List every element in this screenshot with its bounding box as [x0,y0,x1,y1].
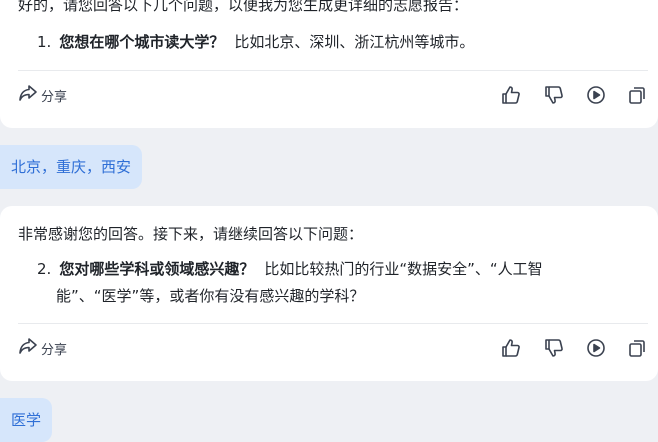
question-item-2: 2. 您对哪些学科或领域感兴趣？ 比如比较热门的行业“数据安全”、“人工智 能”、“… [37,256,649,310]
assistant-message-2: 非常感谢您的回答。接下来，请继续回答以下问题： 2. 您对哪些学科或领域感兴趣？ 比… [0,206,658,381]
user-message-1: 北京，重庆，西安 [0,145,143,189]
share-icon [18,84,41,106]
message-action-bar: 分享 [18,84,646,108]
dislike-button[interactable] [543,84,565,106]
question-number: 2. [37,260,52,278]
copy-icon [629,87,645,104]
share-button[interactable]: 分享 [18,337,67,359]
share-label: 分享 [41,342,68,358]
question-number: 1. [37,33,52,51]
question-detail-text: 比如北京、深圳、浙江杭州等城市。 [234,33,475,51]
play-icon [587,339,605,357]
thumbs-down-icon [545,86,563,104]
divider [18,323,648,324]
copy-button[interactable] [626,337,648,359]
thumbs-up-icon [502,339,520,357]
dislike-button[interactable] [543,337,565,359]
question-bold-text: 您对哪些学科或领域感兴趣？ [59,260,255,278]
assistant-message-1: 好的，请您回答以下几个问题，以便我为您生成更详细的志愿报告： 1. 您想在哪个城市… [0,0,658,128]
like-button[interactable] [500,337,522,359]
message-intro-text: 非常感谢您的回答。接下来，请继续回答以下问题： [18,225,364,243]
question-item-1: 1. 您想在哪个城市读大学？ 比如北京、深圳、浙江杭州等城市。 [37,29,474,56]
like-button[interactable] [500,84,522,106]
share-icon [18,337,41,359]
share-label: 分享 [41,89,68,105]
question-detail-text-line2: 能”、“医学”等，或者你有没有感兴趣的学科？ [56,287,365,305]
copy-button[interactable] [626,84,648,106]
question-bold-text: 您想在哪个城市读大学？ [59,33,225,51]
question-detail-text-line1: 比如比较热门的行业“数据安全”、“人工智 [264,260,543,278]
thumbs-up-icon [502,86,520,104]
message-action-bar: 分享 [18,337,646,361]
play-audio-button[interactable] [585,337,607,359]
user-message-2: 医学 [0,398,53,442]
play-icon [587,86,605,104]
thumbs-down-icon [545,339,563,357]
divider [18,70,648,71]
message-intro-text: 好的，请您回答以下几个问题，以便我为您生成更详细的志愿报告： [18,0,469,14]
share-button[interactable]: 分享 [18,84,67,106]
copy-icon [629,340,645,357]
play-audio-button[interactable] [585,84,607,106]
